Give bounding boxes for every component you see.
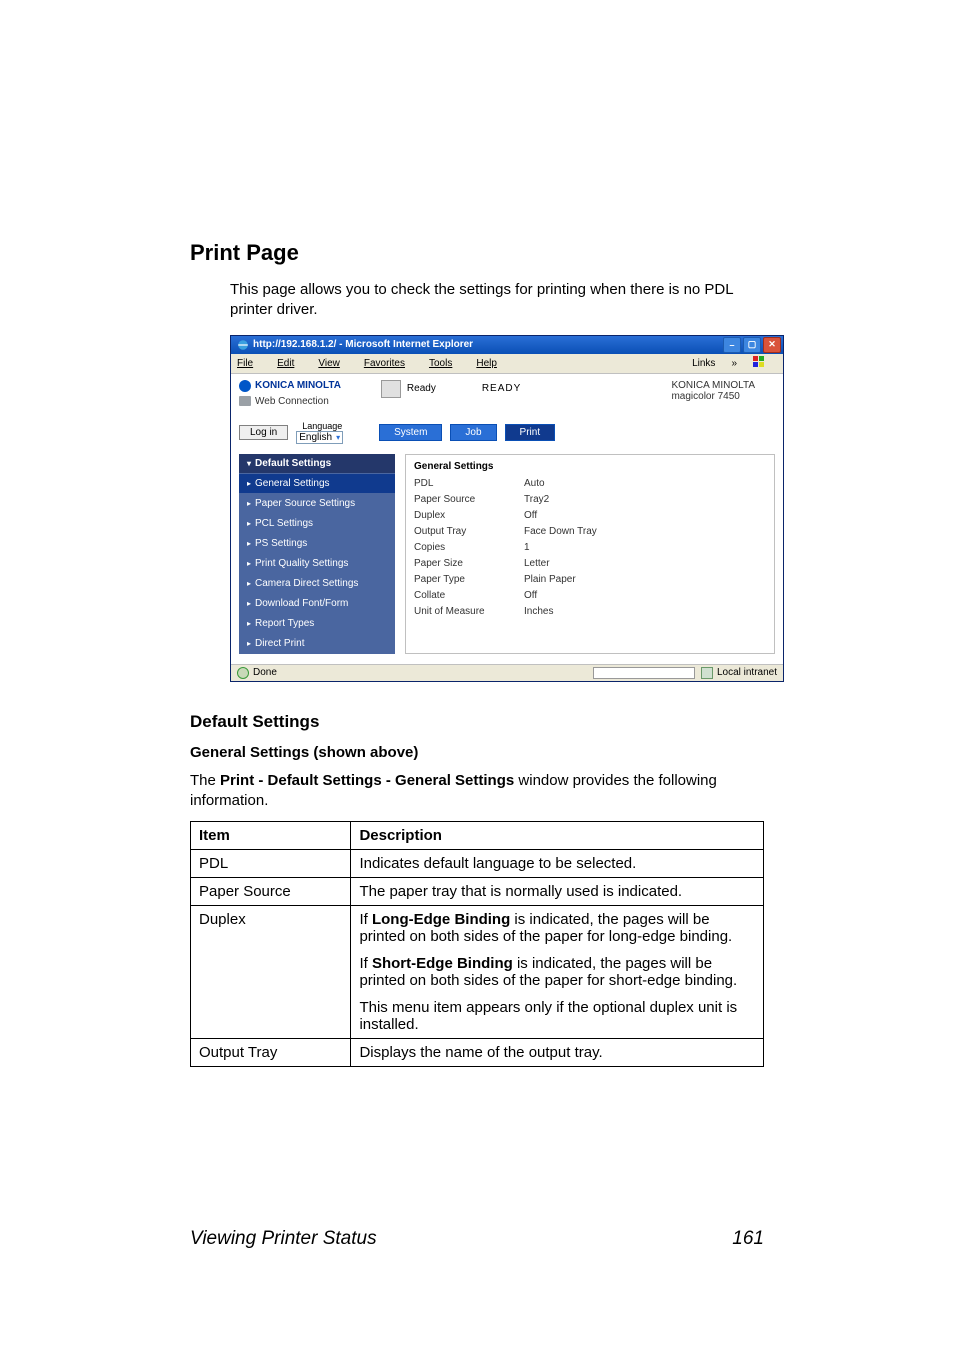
menu-bar: File Edit View Favorites Tools Help Link… (231, 354, 783, 374)
window-titlebar: http://192.168.1.2/ - Microsoft Internet… (231, 336, 783, 354)
section-default-settings: Default Settings (190, 712, 764, 732)
printer-icon (381, 380, 401, 398)
kv-collate: CollateOff (414, 590, 766, 601)
device-brand: KONICA MINOLTA (671, 380, 755, 391)
intranet-icon (701, 667, 713, 679)
triangle-right-icon: ▸ (247, 559, 251, 568)
menu-edit[interactable]: Edit (277, 358, 306, 369)
info-table: Item Description PDL Indicates default l… (190, 821, 764, 1067)
cell-item: Duplex (191, 906, 351, 1039)
cell-desc: Indicates default language to be selecte… (351, 850, 764, 878)
sidebar-item-direct-print[interactable]: ▸Direct Print (239, 634, 395, 654)
sidebar: ▾Default Settings ▸General Settings ▸Pap… (239, 454, 395, 654)
kv-paper-size: Paper SizeLetter (414, 558, 766, 569)
tab-print[interactable]: Print (505, 424, 556, 441)
chevron-down-icon: ▾ (336, 433, 340, 442)
sidebar-item-download-font-form[interactable]: ▸Download Font/Form (239, 594, 395, 614)
table-row: Paper Source The paper tray that is norm… (191, 878, 764, 906)
kv-paper-type: Paper TypePlain Paper (414, 574, 766, 585)
general-settings-panel: General Settings PDLAuto Paper SourceTra… (405, 454, 775, 654)
menu-links[interactable]: Links (692, 358, 715, 369)
tab-system[interactable]: System (379, 424, 442, 441)
panel-title: General Settings (414, 461, 766, 472)
window-title: http://192.168.1.2/ - Microsoft Internet… (253, 339, 723, 350)
kv-unit-of-measure: Unit of MeasureInches (414, 606, 766, 617)
th-item: Item (191, 822, 351, 850)
ie-icon (237, 339, 249, 351)
progress-bar (593, 667, 695, 679)
sidebar-header-default-settings[interactable]: ▾Default Settings (239, 454, 395, 474)
cell-item: Output Tray (191, 1039, 351, 1067)
sidebar-item-pcl-settings[interactable]: ▸PCL Settings (239, 514, 395, 534)
menu-file[interactable]: File (237, 358, 265, 369)
chevron-right-icon: » (731, 358, 737, 369)
th-description: Description (351, 822, 764, 850)
menu-view[interactable]: View (318, 358, 352, 369)
kv-pdl: PDLAuto (414, 478, 766, 489)
page-content: KONICA MINOLTA Web Connection Ready READ… (231, 374, 783, 664)
sidebar-item-report-types[interactable]: ▸Report Types (239, 614, 395, 634)
status-done: Done (253, 667, 277, 678)
maximize-button[interactable]: ▢ (743, 337, 761, 353)
intro-text: This page allows you to check the settin… (230, 280, 764, 321)
web-connection-label: Web Connection (239, 396, 341, 407)
status-ready-label: Ready (407, 383, 436, 394)
triangle-right-icon: ▸ (247, 599, 251, 608)
ie-window: http://192.168.1.2/ - Microsoft Internet… (230, 335, 784, 682)
triangle-right-icon: ▸ (247, 639, 251, 648)
triangle-right-icon: ▸ (247, 539, 251, 548)
triangle-down-icon: ▾ (247, 459, 251, 468)
cell-item: PDL (191, 850, 351, 878)
triangle-right-icon: ▸ (247, 619, 251, 628)
sidebar-item-ps-settings[interactable]: ▸PS Settings (239, 534, 395, 554)
pagescope-icon (239, 396, 251, 406)
windows-flag-icon (753, 356, 765, 371)
table-row: Duplex If Long-Edge Binding is indicated… (191, 906, 764, 1039)
language-label: Language (302, 421, 342, 431)
brand-logo: KONICA MINOLTA (239, 380, 341, 392)
status-bar: Done Local intranet (231, 664, 783, 681)
sidebar-item-general-settings[interactable]: ▸General Settings (239, 474, 395, 494)
section-general-settings: General Settings (shown above) (190, 744, 764, 761)
page-footer: Viewing Printer Status 161 (190, 1228, 764, 1250)
status-zone: Local intranet (717, 667, 777, 678)
sidebar-item-camera-direct-settings[interactable]: ▸Camera Direct Settings (239, 574, 395, 594)
language-select[interactable]: English ▾ (296, 431, 343, 444)
done-icon (237, 667, 249, 679)
footer-section: Viewing Printer Status (190, 1228, 732, 1250)
sidebar-item-print-quality-settings[interactable]: ▸Print Quality Settings (239, 554, 395, 574)
globe-icon (239, 380, 251, 392)
cell-desc: If Long-Edge Binding is indicated, the p… (351, 906, 764, 1039)
triangle-right-icon: ▸ (247, 579, 251, 588)
kv-output-tray: Output TrayFace Down Tray (414, 526, 766, 537)
minimize-button[interactable]: – (723, 337, 741, 353)
close-button[interactable]: ✕ (763, 337, 781, 353)
triangle-right-icon: ▸ (247, 499, 251, 508)
menu-tools[interactable]: Tools (429, 358, 464, 369)
kv-duplex: DuplexOff (414, 510, 766, 521)
description-text: The Print - Default Settings - General S… (190, 771, 764, 812)
device-model: magicolor 7450 (671, 391, 755, 402)
footer-page-number: 161 (732, 1228, 764, 1250)
page-title: Print Page (190, 240, 764, 266)
login-button[interactable]: Log in (239, 425, 288, 440)
status-ready-big: READY (482, 383, 521, 394)
kv-paper-source: Paper SourceTray2 (414, 494, 766, 505)
cell-item: Paper Source (191, 878, 351, 906)
menu-help[interactable]: Help (476, 358, 509, 369)
table-row: Output Tray Displays the name of the out… (191, 1039, 764, 1067)
cell-desc: Displays the name of the output tray. (351, 1039, 764, 1067)
triangle-right-icon: ▸ (247, 519, 251, 528)
tab-job[interactable]: Job (450, 424, 496, 441)
triangle-right-icon: ▸ (247, 479, 251, 488)
table-row: PDL Indicates default language to be sel… (191, 850, 764, 878)
cell-desc: The paper tray that is normally used is … (351, 878, 764, 906)
kv-copies: Copies1 (414, 542, 766, 553)
sidebar-item-paper-source-settings[interactable]: ▸Paper Source Settings (239, 494, 395, 514)
menu-favorites[interactable]: Favorites (364, 358, 417, 369)
